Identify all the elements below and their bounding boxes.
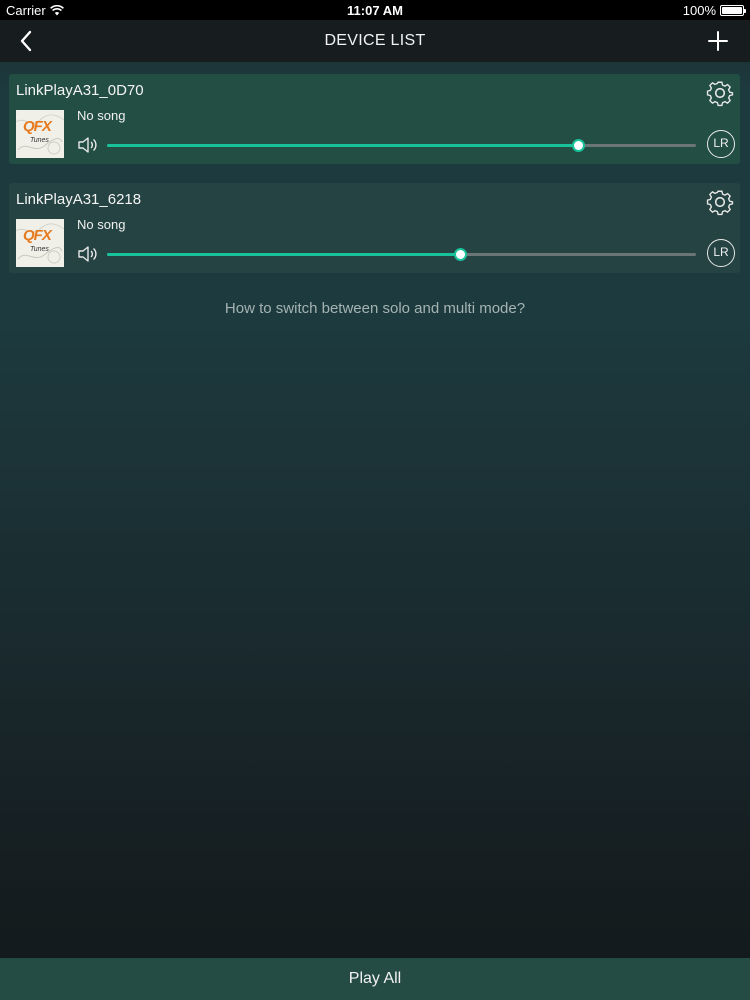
speaker-icon[interactable] xyxy=(77,244,99,264)
channel-button[interactable]: LR xyxy=(707,239,735,267)
album-art-subtitle: Tunes xyxy=(30,246,49,253)
battery-percent: 100% xyxy=(682,3,716,18)
status-bar: Carrier 11:07 AM 100% xyxy=(0,0,750,20)
song-title: No song xyxy=(77,217,126,232)
gear-icon[interactable] xyxy=(705,187,735,217)
album-art: QFX Tunes xyxy=(16,110,64,158)
gear-icon[interactable] xyxy=(705,78,735,108)
status-right: 100% xyxy=(682,3,746,18)
volume-slider[interactable] xyxy=(107,139,696,152)
volume-slider-fill xyxy=(107,253,461,256)
device-name: LinkPlayA31_6218 xyxy=(16,191,142,208)
device-name: LinkPlayA31_0D70 xyxy=(16,82,144,99)
album-art: QFX Tunes xyxy=(16,219,64,267)
song-title: No song xyxy=(77,108,126,123)
volume-slider[interactable] xyxy=(107,248,696,261)
volume-slider-thumb[interactable] xyxy=(572,139,586,152)
album-art-subtitle: Tunes xyxy=(30,137,49,144)
device-card[interactable]: LinkPlayA31_0D70 QFX Tunes No song LR xyxy=(9,74,740,164)
nav-bar: DEVICE LIST xyxy=(0,20,750,62)
clock: 11:07 AM xyxy=(347,3,403,18)
solo-multi-help-link[interactable]: How to switch between solo and multi mod… xyxy=(0,300,750,317)
page-title: DEVICE LIST xyxy=(324,32,426,49)
play-all-button[interactable]: Play All xyxy=(0,958,750,1000)
plus-icon[interactable] xyxy=(706,29,730,53)
battery-icon xyxy=(720,5,746,16)
volume-slider-fill xyxy=(107,144,579,147)
device-card[interactable]: LinkPlayA31_6218 QFX Tunes No song LR xyxy=(9,183,740,273)
speaker-icon[interactable] xyxy=(77,135,99,155)
channel-button[interactable]: LR xyxy=(707,130,735,158)
album-art-brand: QFX xyxy=(23,118,52,135)
volume-slider-thumb[interactable] xyxy=(454,248,468,261)
album-art-brand: QFX xyxy=(23,227,52,244)
